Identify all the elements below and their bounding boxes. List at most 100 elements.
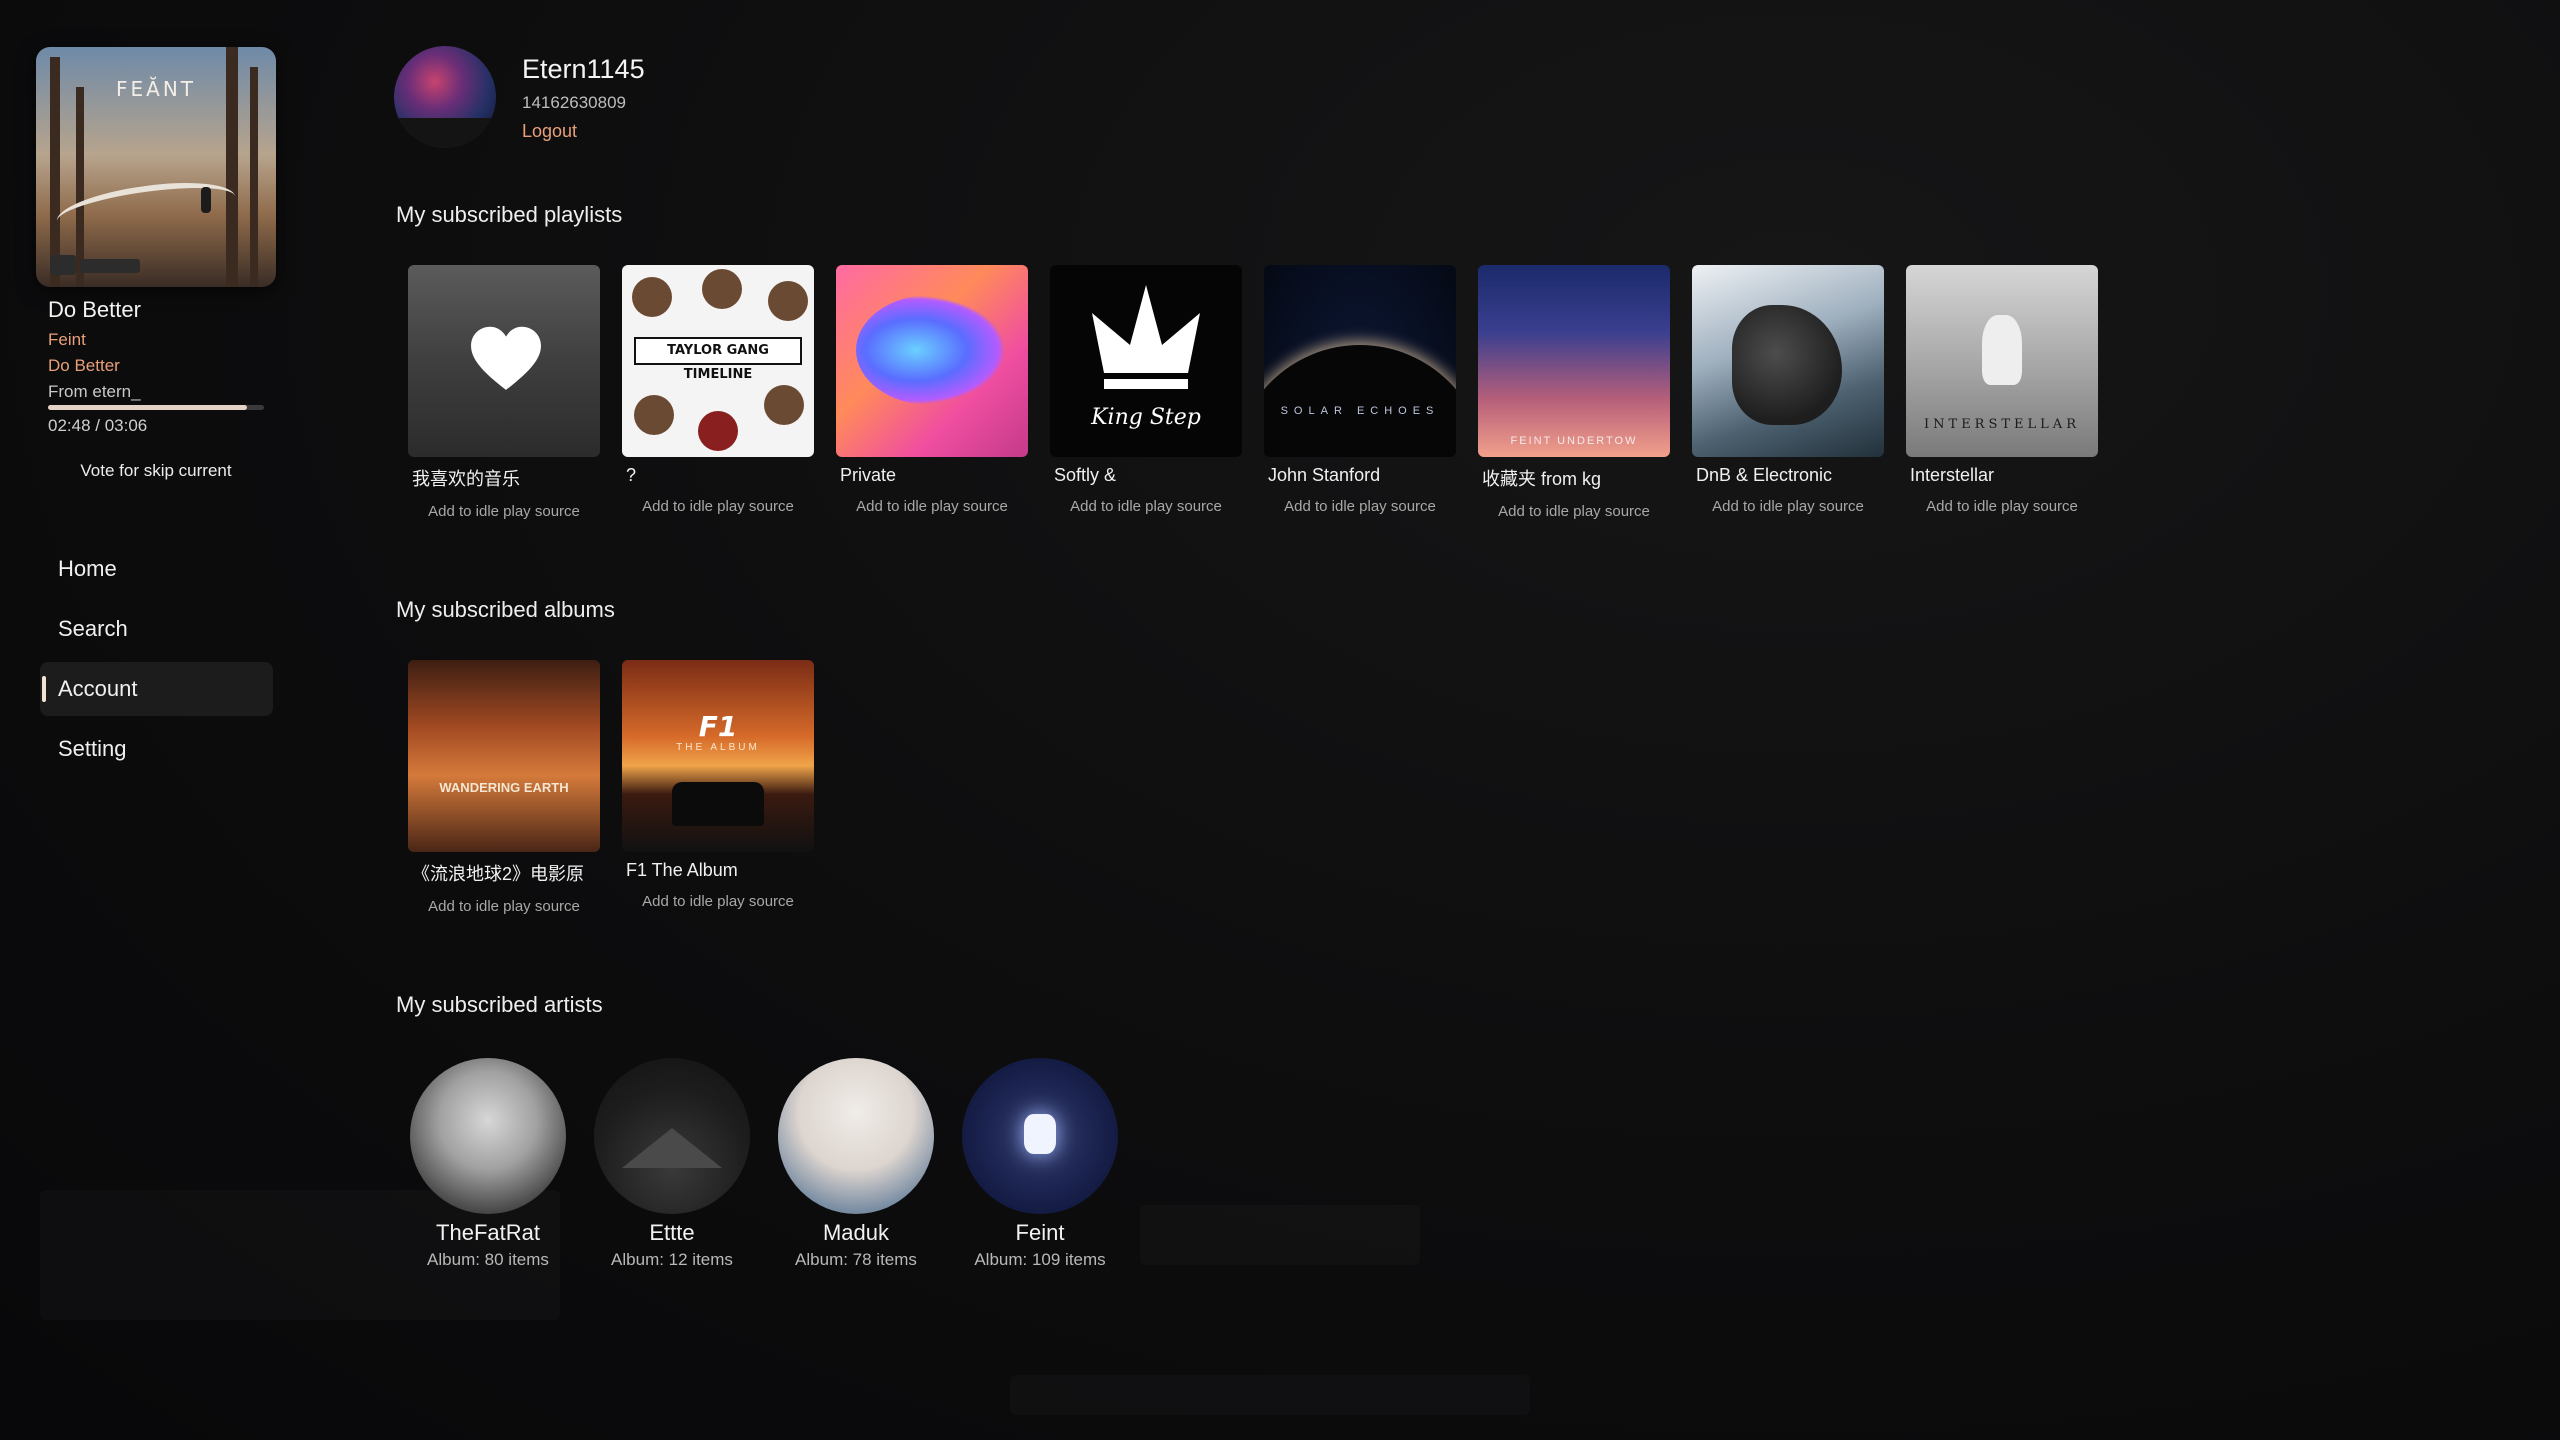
nav-item-search[interactable]: Search (40, 602, 273, 656)
interstellar-cover[interactable]: INTERSTELLAR (1906, 265, 2098, 457)
username: Etern1145 (522, 54, 645, 84)
playlist-card[interactable]: Private Add to idle play source (832, 265, 1032, 515)
playlist-name: DnB & Electronic (1696, 465, 1833, 485)
artist-name: Feint (1015, 1220, 1065, 1245)
now-playing-artist[interactable]: Feint (48, 330, 86, 350)
wandering-earth-cover[interactable]: WANDERING EARTH (408, 660, 600, 852)
cover-text: WANDERING EARTH (439, 780, 569, 795)
vote-skip-button[interactable]: Vote for skip current (48, 456, 264, 486)
nav-item-setting[interactable]: Setting (40, 722, 273, 776)
artist-name: TheFatRat (436, 1220, 540, 1245)
artist-card[interactable]: Ettte Album: 12 items (582, 1058, 762, 1270)
artist-avatar[interactable] (410, 1058, 566, 1214)
heart-cover[interactable] (408, 265, 600, 457)
cover-art-detail (1982, 315, 2022, 385)
playlist-card[interactable]: INTERSTELLAR Interstellar Add to idle pl… (1902, 265, 2102, 515)
add-to-idle-button[interactable]: Add to idle play source (1902, 498, 2102, 515)
cover-text: SOLAR ECHOES (1280, 405, 1440, 417)
cover-art-detail (76, 87, 84, 287)
artist-name: Maduk (822, 1220, 890, 1245)
now-playing-title: Do Better (48, 297, 141, 322)
cover-text: TAYLOR GANG TIMELINE (634, 337, 802, 382)
playlist-card[interactable]: FEINT UNDERTOW 收藏夹 from kg Add to idle p… (1474, 265, 1674, 520)
album-name: F1 The Album (626, 860, 738, 880)
add-to-idle-button[interactable]: Add to idle play source (1260, 498, 1460, 515)
artist-avatar[interactable] (962, 1058, 1118, 1214)
playlist-name: Softly & (1054, 465, 1117, 485)
playback-time: 02:48 / 03:06 (48, 416, 148, 435)
cover-text: King Step (1091, 405, 1201, 430)
now-playing-source: From etern_ (48, 382, 141, 401)
add-to-idle-button[interactable]: Add to idle play source (618, 498, 818, 515)
private-cover[interactable] (836, 265, 1028, 457)
heart-icon (471, 326, 541, 390)
app-window: FEĂNT Do Better Feint Do Better From ete… (0, 0, 2560, 1440)
cover-logo: FEĂNT (116, 77, 196, 101)
nav-item-home[interactable]: Home (40, 542, 273, 596)
playlist-name: 收藏夹 from kg (1482, 469, 1602, 489)
section-title-artists: My subscribed artists (396, 992, 603, 1017)
add-to-idle-button[interactable]: Add to idle play source (1474, 503, 1674, 520)
kingstep-cover[interactable]: King Step (1050, 265, 1242, 457)
sidebar: FEĂNT Do Better Feint Do Better From ete… (0, 0, 300, 1440)
playlist-card[interactable]: TAYLOR GANG TIMELINE ? Add to idle play … (618, 265, 818, 515)
playlist-name: Interstellar (1910, 465, 1995, 485)
playlist-name: ? (626, 465, 637, 485)
artist-card[interactable]: Feint Album: 109 items (950, 1058, 1130, 1270)
monstercat-logo-icon (50, 255, 76, 275)
undertow-cover[interactable]: FEINT UNDERTOW (1478, 265, 1670, 457)
add-to-idle-button[interactable]: Add to idle play source (618, 893, 818, 910)
nav-item-account[interactable]: Account (40, 662, 273, 716)
cover-text: INTERSTELLAR (1924, 417, 2080, 432)
playlist-card[interactable]: DnB & Electronic Add to idle play source (1688, 265, 1888, 515)
taylor-gang-cover[interactable]: TAYLOR GANG TIMELINE (622, 265, 814, 457)
playlist-card[interactable]: 我喜欢的音乐 Add to idle play source (404, 265, 604, 520)
main-nav: Home Search Account Setting (40, 542, 273, 782)
user-id: 14162630809 (522, 93, 627, 112)
now-playing-cover[interactable]: FEĂNT (36, 47, 276, 287)
add-to-idle-button[interactable]: Add to idle play source (404, 503, 604, 520)
avatar (394, 46, 496, 148)
background-blur (1010, 1375, 1530, 1415)
cover-art-detail (764, 385, 804, 425)
cover-art-detail (1264, 345, 1456, 457)
cover-art-detail (768, 281, 808, 321)
artist-name: Ettte (649, 1220, 695, 1245)
cover-art-detail (856, 295, 1006, 405)
playback-progress-bar[interactable] (48, 405, 264, 410)
logout-link[interactable]: Logout (522, 121, 577, 142)
artist-album-count: Album: 80 items (427, 1250, 549, 1269)
cover-art-detail (632, 277, 672, 317)
cover-art-detail (698, 411, 738, 451)
cover-art-detail (1024, 1114, 1056, 1154)
cover-art-detail (622, 1128, 722, 1168)
now-playing-album[interactable]: Do Better (48, 356, 120, 376)
album-name: 《流浪地球2》电影原 (412, 864, 585, 884)
playlist-card[interactable]: SOLAR ECHOES John Stanford Add to idle p… (1260, 265, 1460, 515)
cover-text: FEINT UNDERTOW (1510, 435, 1638, 447)
artist-card[interactable]: Maduk Album: 78 items (766, 1058, 946, 1270)
f1-cover[interactable]: F1 THE ALBUM (622, 660, 814, 852)
add-to-idle-button[interactable]: Add to idle play source (1688, 498, 1888, 515)
dnb-cover[interactable] (1692, 265, 1884, 457)
cover-art-detail (80, 259, 140, 273)
add-to-idle-button[interactable]: Add to idle play source (832, 498, 1032, 515)
artist-card[interactable]: TheFatRat Album: 80 items (398, 1058, 578, 1270)
album-card[interactable]: F1 THE ALBUM F1 The Album Add to idle pl… (618, 660, 818, 910)
cover-text: THE ALBUM (676, 742, 760, 753)
solar-echoes-cover[interactable]: SOLAR ECHOES (1264, 265, 1456, 457)
section-title-albums: My subscribed albums (396, 597, 615, 622)
artist-album-count: Album: 78 items (795, 1250, 917, 1269)
playlist-name: 我喜欢的音乐 (412, 469, 520, 489)
cover-art-detail (672, 782, 764, 826)
album-card[interactable]: WANDERING EARTH 《流浪地球2》电影原 Add to idle p… (404, 660, 604, 915)
playlist-name: John Stanford (1268, 465, 1381, 485)
add-to-idle-button[interactable]: Add to idle play source (404, 898, 604, 915)
artist-avatar[interactable] (594, 1058, 750, 1214)
cover-art-detail (1732, 305, 1842, 425)
playlist-card[interactable]: King Step Softly & Add to idle play sour… (1046, 265, 1246, 515)
artist-avatar[interactable] (778, 1058, 934, 1214)
add-to-idle-button[interactable]: Add to idle play source (1046, 498, 1246, 515)
cover-text: F1 (698, 710, 738, 743)
section-title-playlists: My subscribed playlists (396, 202, 623, 227)
